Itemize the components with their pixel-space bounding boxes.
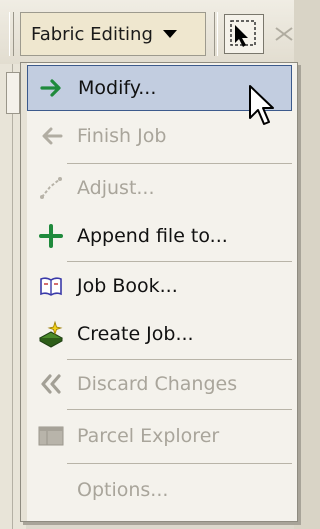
screen: Fabric Editing Modify... Finish Job Adju… — [0, 0, 298, 529]
dropdown-label: Fabric Editing — [31, 23, 153, 45]
menu-item-append-file[interactable]: Append file to... — [27, 213, 292, 259]
double-chevron-left-icon — [37, 370, 65, 398]
menu-item-label: Append file to... — [77, 225, 228, 247]
select-tool-button[interactable] — [224, 14, 264, 54]
fabric-editing-dropdown[interactable]: Fabric Editing — [20, 12, 206, 56]
menu-item-label: Create Job... — [77, 323, 194, 345]
parcel-explorer-icon — [37, 422, 65, 450]
menu-item-discard-changes[interactable]: Discard Changes — [27, 361, 292, 407]
toolbar-separator — [214, 12, 218, 56]
menu-separator — [67, 409, 292, 410]
menu-item-label: Adjust... — [77, 177, 155, 199]
menu-item-options[interactable]: Options... — [27, 467, 292, 513]
menu-item-label: Discard Changes — [77, 373, 238, 395]
menu-item-create-job[interactable]: Create Job... — [27, 311, 292, 357]
toolbar-grip[interactable] — [9, 12, 14, 56]
menu-item-label: Finish Job — [77, 125, 167, 147]
menu-separator — [67, 463, 292, 464]
menu-item-label: Job Book... — [77, 275, 178, 297]
fabric-editing-menu: Modify... Finish Job Adjust... Append fi… — [20, 62, 298, 522]
menu-item-job-book[interactable]: Job Book... — [27, 263, 292, 309]
menu-item-parcel-explorer[interactable]: Parcel Explorer — [27, 413, 292, 459]
adjust-icon — [37, 174, 65, 202]
arrow-left-icon — [37, 122, 65, 150]
menu-item-label: Options... — [77, 479, 169, 501]
partial-tool-icon[interactable] — [272, 18, 294, 50]
plus-icon — [37, 222, 65, 250]
options-blank-icon — [37, 476, 65, 504]
select-arrow-icon — [230, 20, 256, 47]
toolbar: Fabric Editing — [0, 0, 294, 64]
menu-separator — [67, 359, 292, 360]
menu-item-adjust[interactable]: Adjust... — [27, 165, 292, 211]
create-job-icon — [37, 320, 65, 348]
menu-item-label: Parcel Explorer — [77, 425, 220, 447]
chevron-down-icon — [162, 30, 177, 38]
job-book-icon — [37, 272, 65, 300]
menu-separator — [67, 163, 292, 164]
arrow-right-icon — [38, 74, 66, 102]
menu-separator — [67, 261, 292, 262]
mouse-cursor-icon — [249, 85, 274, 125]
menu-item-label: Modify... — [78, 77, 157, 99]
